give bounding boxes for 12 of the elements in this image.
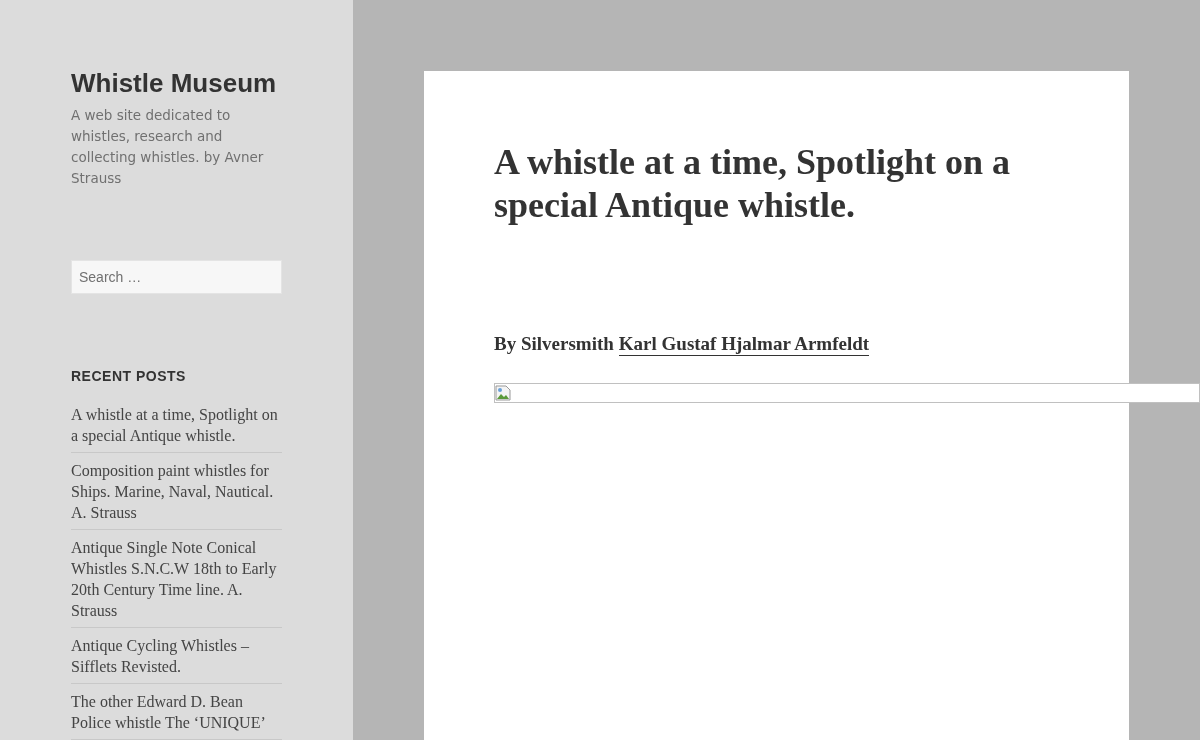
article-title: A whistle at a time, Spotlight on a special Antique whistle. xyxy=(494,141,1012,227)
byline-text: By Silversmith xyxy=(494,333,614,354)
site-description: A web site dedicated to whistles, research and collecting whistles. by Avner Strauss xyxy=(71,106,265,188)
recent-post-link[interactable]: Antique Single Note Conical Whistles S.N.C.W 18th to Early 20th Century Time line. A. Strauss xyxy=(71,537,282,621)
widget-heading: RECENT POSTS xyxy=(71,368,187,384)
recent-post-link[interactable]: A whistle at a time, Spotlight on a special Antique whistle. xyxy=(71,404,282,446)
author-link[interactable]: Karl Gustaf Hjalmar Armfeldt xyxy=(618,333,870,356)
recent-post-link[interactable]: Antique Cycling Whistles – Sifflets Revisted. xyxy=(71,635,282,677)
site-title[interactable]: Whistle Museum xyxy=(71,68,282,99)
recent-post-link[interactable]: The other Edward D. Bean Police whistle The ‘UNIQUE’ xyxy=(71,691,282,733)
search-field[interactable]: Search … xyxy=(71,260,282,294)
recent-post-link[interactable]: Composition paint whistles for Ships. Marine, Naval, Nautical. A. Strauss xyxy=(71,460,282,523)
